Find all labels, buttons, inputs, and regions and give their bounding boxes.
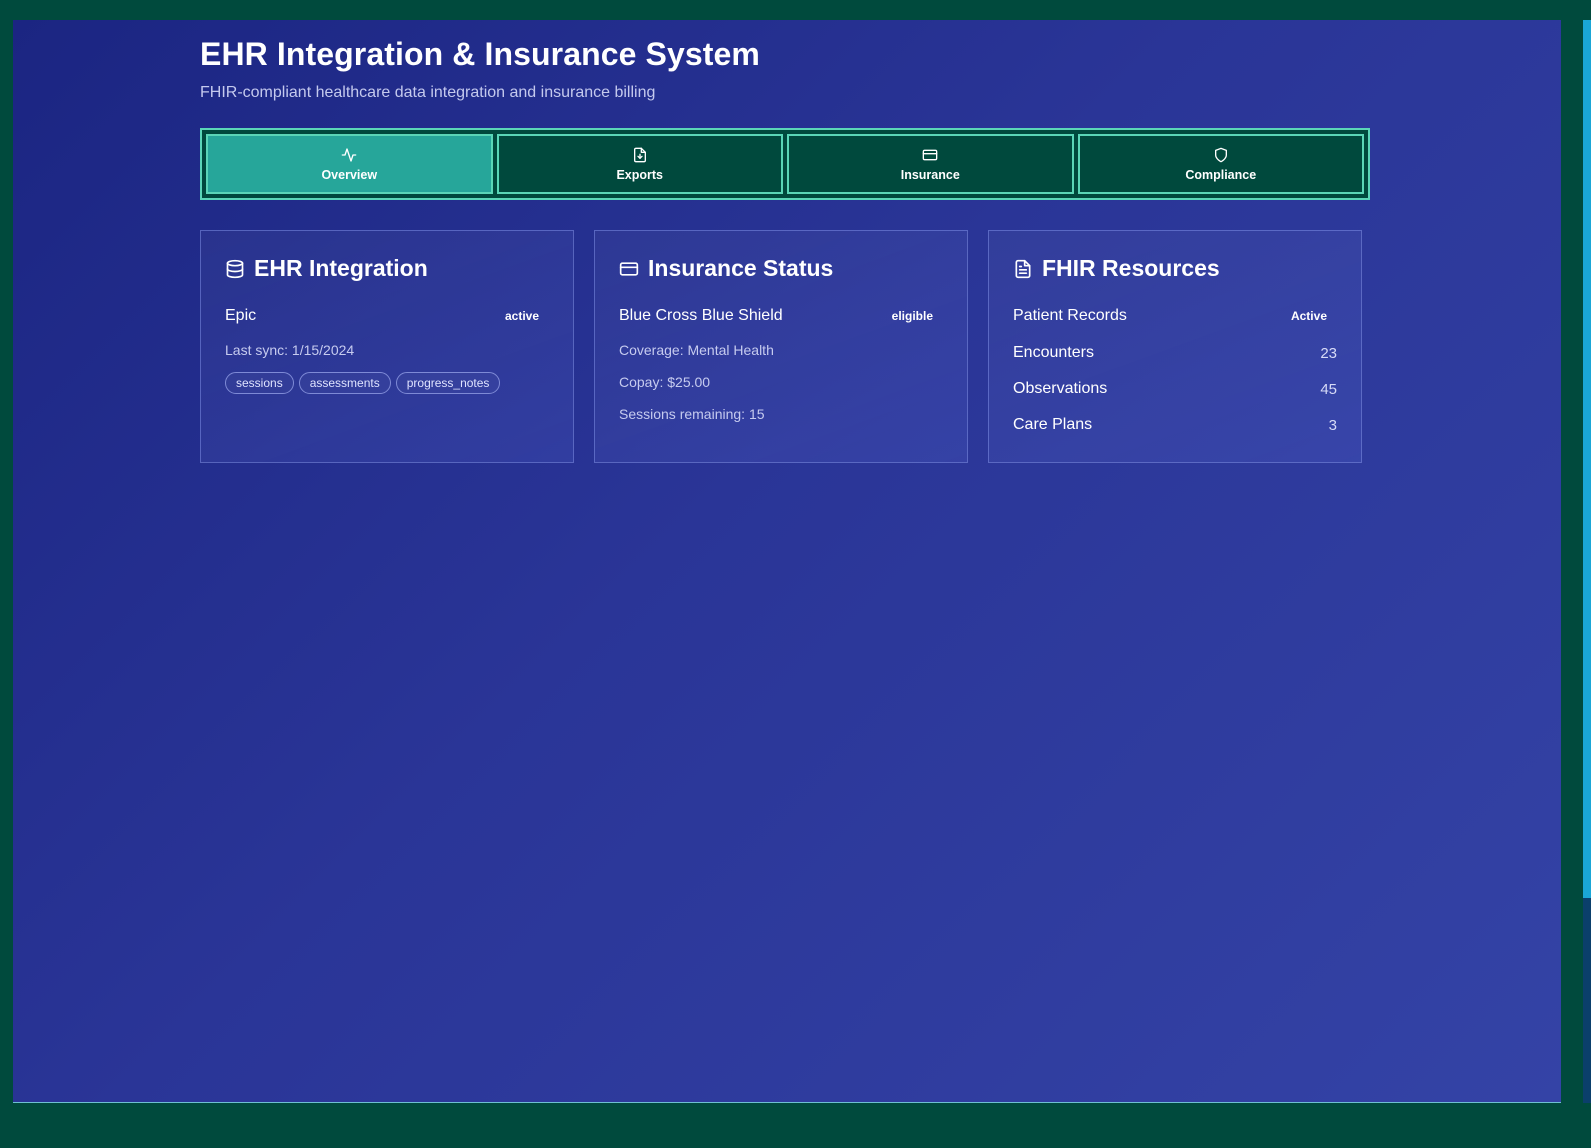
page-subtitle: FHIR-compliant healthcare data integrati… [200, 84, 656, 101]
data-type-tags: sessions assessments progress_notes [225, 372, 501, 394]
tab-bar: Overview Exports Insurance Compliance [200, 128, 1370, 200]
resource-label: Observations [1013, 380, 1108, 397]
file-download-icon [633, 147, 646, 162]
last-sync-text: Last sync: 1/15/2024 [225, 342, 355, 358]
coverage-text: Coverage: Mental Health [619, 342, 774, 358]
card-header: EHR Integration [225, 255, 428, 282]
tab-compliance[interactable]: Compliance [1077, 134, 1364, 194]
ehr-integration-card: EHR Integration Epic active Last sync: 1… [200, 230, 574, 463]
credit-card-icon [922, 149, 938, 160]
ehr-system-name: Epic [225, 307, 257, 324]
resource-label: Care Plans [1013, 416, 1093, 433]
credit-card-icon [619, 261, 639, 276]
tag-chip: sessions [225, 372, 294, 394]
fhir-row-patient-records: Patient Records Active [1013, 307, 1327, 325]
resource-count: 3 [1328, 416, 1337, 434]
tab-insurance[interactable]: Insurance [787, 134, 1074, 194]
resource-count: 23 [1320, 344, 1337, 362]
card-title: FHIR Resources [1042, 255, 1220, 281]
ehr-system-row: Epic active [225, 307, 539, 325]
tab-exports[interactable]: Exports [496, 134, 783, 194]
fhir-row-encounters: Encounters 23 [1013, 344, 1337, 362]
insurance-status-card: Insurance Status Blue Cross Blue Shield … [594, 230, 968, 463]
activity-icon [341, 147, 357, 162]
card-header: FHIR Resources [1013, 255, 1220, 282]
fhir-row-observations: Observations 45 [1013, 380, 1337, 398]
card-title: Insurance Status [648, 255, 834, 281]
sessions-remaining-text: Sessions remaining: 15 [619, 406, 765, 422]
resource-label: Patient Records [1013, 307, 1127, 324]
tag-chip: progress_notes [395, 372, 501, 394]
tab-label: Insurance [900, 167, 960, 182]
card-header: Insurance Status [619, 255, 833, 282]
resource-label: Encounters [1013, 344, 1094, 361]
document-icon [1015, 259, 1031, 278]
status-badge: Active [1290, 309, 1327, 323]
scrollbar[interactable] [1561, 20, 1591, 1103]
fhir-resources-card: FHIR Resources Patient Records Active En… [988, 230, 1362, 463]
scrollbar-thumb[interactable] [1583, 898, 1591, 1103]
page-title: EHR Integration & Insurance System [200, 36, 760, 72]
status-badge: eligible [891, 309, 933, 323]
tab-label: Exports [616, 167, 664, 182]
database-icon [226, 259, 244, 278]
bottom-strip [0, 1103, 1591, 1148]
insurance-provider: Blue Cross Blue Shield [619, 307, 783, 324]
tab-label: Overview [321, 167, 378, 182]
tag-chip: assessments [298, 372, 391, 394]
copay-text: Copay: $25.00 [619, 374, 711, 390]
insurance-provider-row: Blue Cross Blue Shield eligible [619, 307, 933, 325]
tab-overview[interactable]: Overview [206, 134, 493, 194]
card-title: EHR Integration [254, 255, 428, 281]
app-page: EHR Integration & Insurance System FHIR-… [13, 20, 1561, 1103]
fhir-row-care-plans: Care Plans 3 [1013, 416, 1337, 434]
tab-label: Compliance [1185, 167, 1257, 182]
status-badge: active [504, 309, 539, 323]
shield-icon [1214, 147, 1227, 162]
resource-count: 45 [1320, 380, 1337, 398]
